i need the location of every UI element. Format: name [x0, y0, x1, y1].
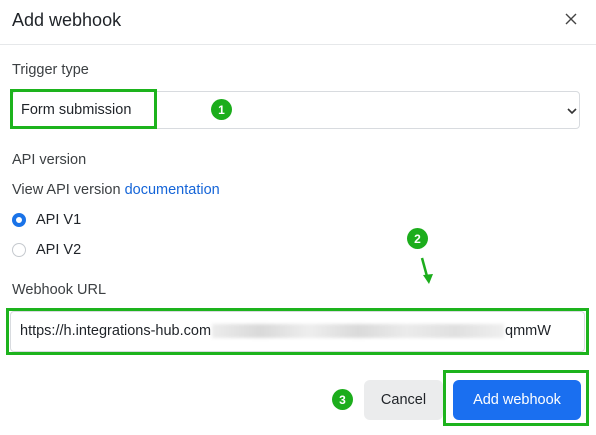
- trigger-type-select[interactable]: Form submission: [12, 91, 580, 129]
- radio-api-v1[interactable]: API V1: [12, 210, 81, 230]
- trigger-type-value: Form submission: [21, 102, 132, 118]
- webhook-url-input[interactable]: https://h.integrations-hub.com qmmW: [10, 311, 585, 352]
- dialog-header: Add webhook: [0, 0, 596, 45]
- webhook-url-label: Webhook URL: [12, 282, 107, 298]
- redacted-url-part: [212, 324, 505, 339]
- cancel-button[interactable]: Cancel: [364, 380, 443, 420]
- close-icon[interactable]: [565, 13, 577, 25]
- api-version-label: API version: [12, 152, 87, 168]
- webhook-url-end: qmmW: [505, 323, 551, 339]
- annotation-badge-1: 1: [211, 99, 232, 120]
- radio-label-api-v1: API V1: [36, 212, 82, 228]
- documentation-link[interactable]: documentation: [125, 182, 220, 198]
- radio-button-unselected[interactable]: [12, 243, 26, 257]
- api-version-hint-text: View API version: [12, 182, 125, 198]
- radio-button-selected[interactable]: [12, 213, 26, 227]
- api-version-hint: View API version documentation: [12, 182, 220, 198]
- webhook-url-start: https://h.integrations-hub.com: [20, 323, 212, 339]
- dialog-title: Add webhook: [12, 10, 122, 30]
- annotation-badge-2: 2: [407, 228, 428, 249]
- close-button[interactable]: [560, 8, 582, 30]
- radio-label-api-v2: API V2: [36, 242, 82, 258]
- chevron-down-icon[interactable]: [565, 104, 579, 118]
- radio-api-v2[interactable]: API V2: [12, 240, 81, 260]
- annotation-arrow-icon: [420, 257, 433, 284]
- trigger-type-label: Trigger type: [12, 62, 89, 78]
- add-webhook-button[interactable]: Add webhook: [453, 380, 581, 420]
- annotation-badge-3: 3: [332, 389, 353, 410]
